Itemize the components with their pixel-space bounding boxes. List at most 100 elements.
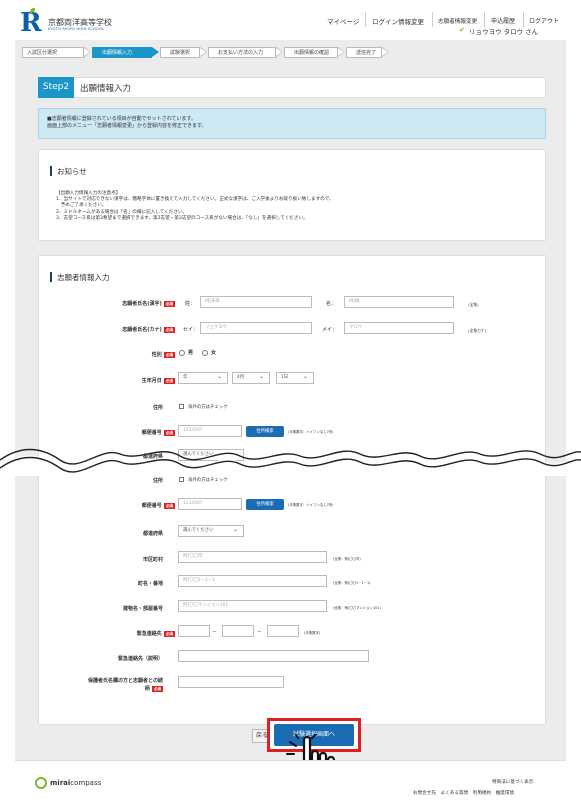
info-box: ■志願者情報に登録されている項目が自動でセットされています。 画面上部のメニュー… <box>38 108 546 139</box>
footer-links[interactable]: お問合せ先 よくある質問 利用規約 推奨環境 <box>413 790 514 796</box>
label-address: 住所 <box>152 478 163 484</box>
note-postal: (半角数字：ハイフンなし7桁) <box>288 503 334 507</box>
required-badge: 必須 <box>151 685 163 692</box>
label-name-kana: 志願者氏名(カナ) 必須 <box>122 326 175 333</box>
school-logo[interactable]: R <box>20 10 42 36</box>
required-badge: 必須 <box>163 351 175 358</box>
info-line: 画面上部のメニュー「志願者情報変更」から登録内容を修正できます。 <box>47 123 207 129</box>
note-city: (全角：例)〇〇市) <box>333 557 361 561</box>
footer-brand: miraicompass <box>50 779 102 787</box>
label-mei-kana: メイ： <box>322 327 338 333</box>
radio-male[interactable] <box>179 350 185 356</box>
checkbox-overseas[interactable] <box>179 477 184 482</box>
step-confirm: 出願情報の確認 <box>284 47 345 58</box>
label-name-kanji: 志願者氏名(漢字) 必須 <box>122 300 175 307</box>
input-town[interactable]: 例)〇〇1－1－1 <box>178 575 327 587</box>
input-postal[interactable]: 1234567 <box>178 425 242 437</box>
input-building[interactable]: 例)〇〇マンション101 <box>178 600 327 612</box>
school-name-en: KYOTO RYOYO HIGH SCHOOL <box>48 27 105 31</box>
label-town: 町名・番地 <box>137 581 163 587</box>
required-badge: 必須 <box>163 429 175 436</box>
input-city[interactable]: 例)〇〇市 <box>178 551 327 563</box>
address-search-button[interactable]: 住所検索 <box>246 499 284 510</box>
step-payment: お支払い方法の入力 <box>208 47 283 58</box>
section-bar <box>50 166 52 176</box>
nav-login-change[interactable]: ログイン情報変更 <box>372 16 424 26</box>
notice-text: 【出願入力情報入力の注意点】 1．当サイトで対応できない漢字は、簡略字体に置き換… <box>56 191 334 222</box>
label-building: 建物名・部屋番号 <box>122 606 163 612</box>
select-prefecture[interactable]: 選んでください <box>178 525 244 537</box>
nav-history[interactable]: 申込履歴 <box>491 16 515 25</box>
label-male: 男 <box>188 350 194 356</box>
required-badge: 必須 <box>163 377 175 384</box>
note-fullwidth: (全角) <box>468 302 479 307</box>
label-sei: 姓： <box>185 301 196 307</box>
input-tel-3[interactable] <box>267 625 299 637</box>
input-tel-1[interactable] <box>178 625 210 637</box>
note-town: (全角：例)〇〇1－1－1) <box>333 581 371 585</box>
label-emergency-desc: 緊急連絡先（説明） <box>117 656 163 662</box>
label-postal: 郵便番号 必須 <box>141 429 175 436</box>
user-leaf-icon: ✔ <box>459 26 465 34</box>
step-complete: 送信完了 <box>346 47 389 58</box>
tel-dash: － <box>257 629 263 635</box>
nav-applicant-change[interactable]: 志願者情報変更 <box>438 17 477 25</box>
required-badge: 必須 <box>163 502 175 509</box>
label-sei-kana: セイ： <box>183 327 199 333</box>
label-emergency: 緊急連絡先 必須 <box>136 630 175 637</box>
nav-separator <box>432 12 433 27</box>
page-title: 出願情報入力 <box>80 84 132 94</box>
label-birthdate: 生年月日 必須 <box>141 377 175 384</box>
label-overseas: 海外の方はチェック <box>188 405 228 410</box>
nav-logout[interactable]: ログアウト <box>529 16 559 25</box>
label-female: 女 <box>211 350 217 356</box>
section-bar <box>50 272 52 282</box>
tel-dash: － <box>212 629 218 635</box>
step-application-input: 出願情報入力 <box>92 47 159 58</box>
select-day[interactable]: 1日 <box>276 372 314 384</box>
label-mei: 名： <box>326 301 337 307</box>
radio-female[interactable] <box>202 350 208 356</box>
note-fullwidth-kana: (全角カナ) <box>468 328 487 333</box>
step-exam-select: 試験選択 <box>160 47 207 58</box>
label-overseas: 海外の方はチェック <box>188 478 228 483</box>
notice-line: 3．志望コース系は第3希望まで選択できます。第2志望・第3志望のコース系がない場… <box>56 215 308 221</box>
required-badge: 必須 <box>163 300 175 307</box>
select-month[interactable]: 4月 <box>232 372 270 384</box>
input-postal[interactable]: 1234567 <box>178 498 242 510</box>
input-emergency-desc[interactable] <box>178 650 369 662</box>
address-search-button[interactable]: 住所検索 <box>246 426 284 437</box>
nav-mypage[interactable]: マイページ <box>327 16 359 26</box>
step-exam-type: 入試区分選択 <box>22 47 91 58</box>
user-name: リョウヨウ タロウ さん <box>469 28 539 36</box>
label-postal: 郵便番号 必須 <box>141 502 175 509</box>
input-tel-2[interactable] <box>222 625 254 637</box>
nav-separator <box>365 12 366 27</box>
note-tel: (半角数字) <box>304 631 321 635</box>
form-heading: 志願者情報入力 <box>57 273 110 282</box>
notice-heading: お知らせ <box>57 167 87 176</box>
label-address: 住所 <box>152 405 163 411</box>
nav-separator <box>523 12 524 27</box>
required-badge: 必須 <box>163 630 175 637</box>
nav-separator <box>484 12 485 27</box>
note-postal: (半角数字：ハイフンなし7桁) <box>288 430 334 434</box>
input-guardian-relation[interactable] <box>178 676 284 688</box>
step-badge: Step2 <box>38 77 74 98</box>
label-city: 市区町村 <box>142 557 163 563</box>
input-sei-kana[interactable]: リョウヨウ <box>200 322 312 334</box>
label-gender: 性別 必須 <box>151 351 175 358</box>
select-year[interactable]: 年 <box>178 372 228 384</box>
section-cut-wave <box>0 448 581 476</box>
label-guardian-relation: 保護者氏名欄の方と志願者との続柄必須 <box>88 678 163 692</box>
required-badge: 必須 <box>163 326 175 333</box>
miraicompass-logo-icon <box>35 777 47 789</box>
note-building: (全角：例)〇〇マンション101) <box>333 606 381 610</box>
input-mei-kana[interactable]: タロウ <box>344 322 454 334</box>
footer-link-law[interactable]: 特商法に基づく表示 <box>492 779 533 785</box>
checkbox-overseas[interactable] <box>179 404 184 409</box>
input-mei-kanji[interactable]: 例)換 <box>344 296 454 308</box>
label-prefecture: 都道府県 <box>142 531 163 537</box>
input-sei-kanji[interactable]: 例)未来 <box>200 296 312 308</box>
info-line: ■志願者情報に登録されている項目が自動でセットされています。 <box>47 116 196 122</box>
